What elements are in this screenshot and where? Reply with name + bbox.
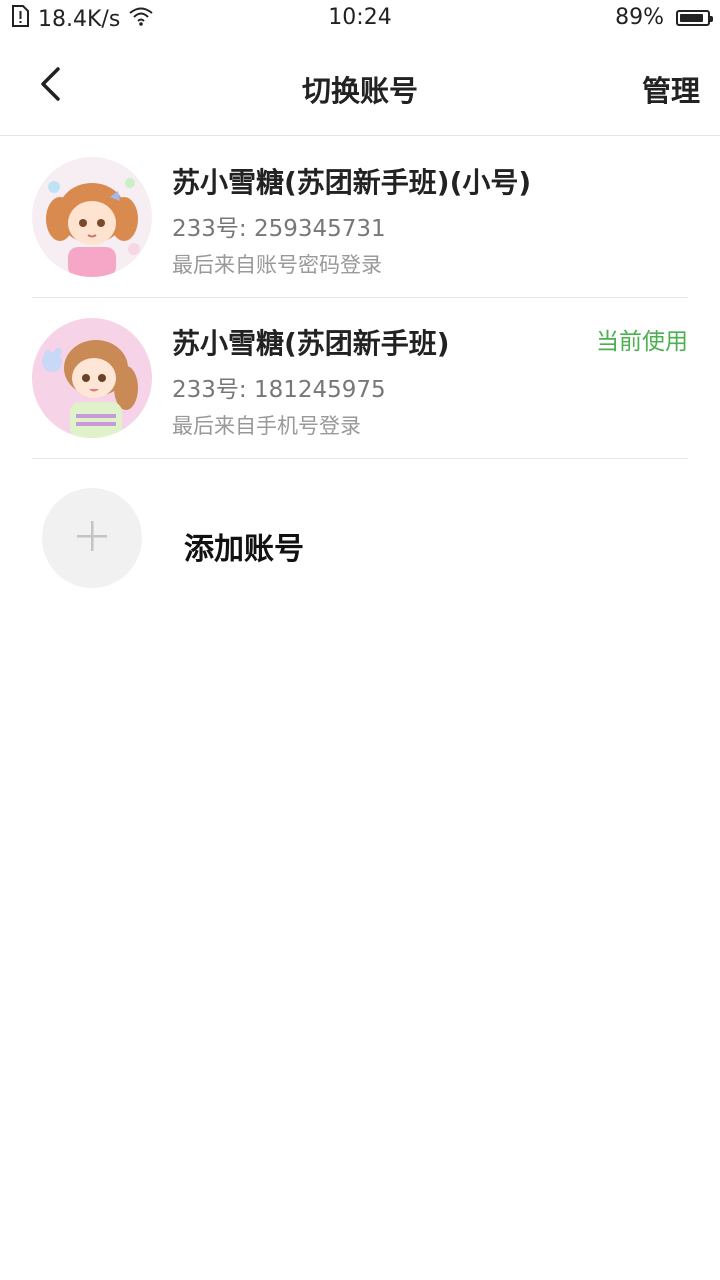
account-name: 苏小雪糖(苏团新手班)(小号) bbox=[172, 166, 532, 199]
add-account-circle bbox=[42, 488, 142, 588]
status-right: 89% bbox=[615, 5, 713, 30]
account-item[interactable]: 苏小雪糖(苏团新手班)(小号) 233号: 259345731 最后来自账号密码… bbox=[32, 137, 688, 298]
switch-account-screen: 18.4K/s 10:24 89% 切换账号 管理 苏小雪糖(苏团新手班)(小号… bbox=[0, 0, 720, 1280]
avatar bbox=[32, 157, 152, 277]
account-list: 苏小雪糖(苏团新手班)(小号) 233号: 259345731 最后来自账号密码… bbox=[0, 137, 720, 459]
add-account-button[interactable]: 添加账号 bbox=[42, 488, 682, 590]
account-name: 苏小雪糖(苏团新手班) bbox=[172, 327, 450, 360]
add-account-label: 添加账号 bbox=[184, 532, 304, 567]
manage-button[interactable]: 管理 bbox=[642, 68, 700, 110]
plus-icon bbox=[75, 519, 109, 557]
nav-bar: 切换账号 管理 bbox=[0, 38, 720, 136]
battery-level bbox=[680, 13, 704, 22]
account-login-method: 最后来自账号密码登录 bbox=[172, 253, 382, 277]
account-id: 233号: 181245975 bbox=[172, 377, 386, 403]
status-bar: 18.4K/s 10:24 89% bbox=[0, 0, 720, 38]
avatar bbox=[32, 318, 152, 438]
account-item[interactable]: 苏小雪糖(苏团新手班) 当前使用 233号: 181245975 最后来自手机号… bbox=[32, 298, 688, 459]
battery-percent: 89% bbox=[615, 5, 664, 30]
page-title: 切换账号 bbox=[301, 74, 418, 108]
status-time: 10:24 bbox=[328, 5, 392, 30]
account-login-method: 最后来自手机号登录 bbox=[172, 414, 361, 438]
account-id: 233号: 259345731 bbox=[172, 216, 386, 242]
current-account-badge: 当前使用 bbox=[596, 329, 688, 355]
battery-icon bbox=[676, 9, 713, 26]
